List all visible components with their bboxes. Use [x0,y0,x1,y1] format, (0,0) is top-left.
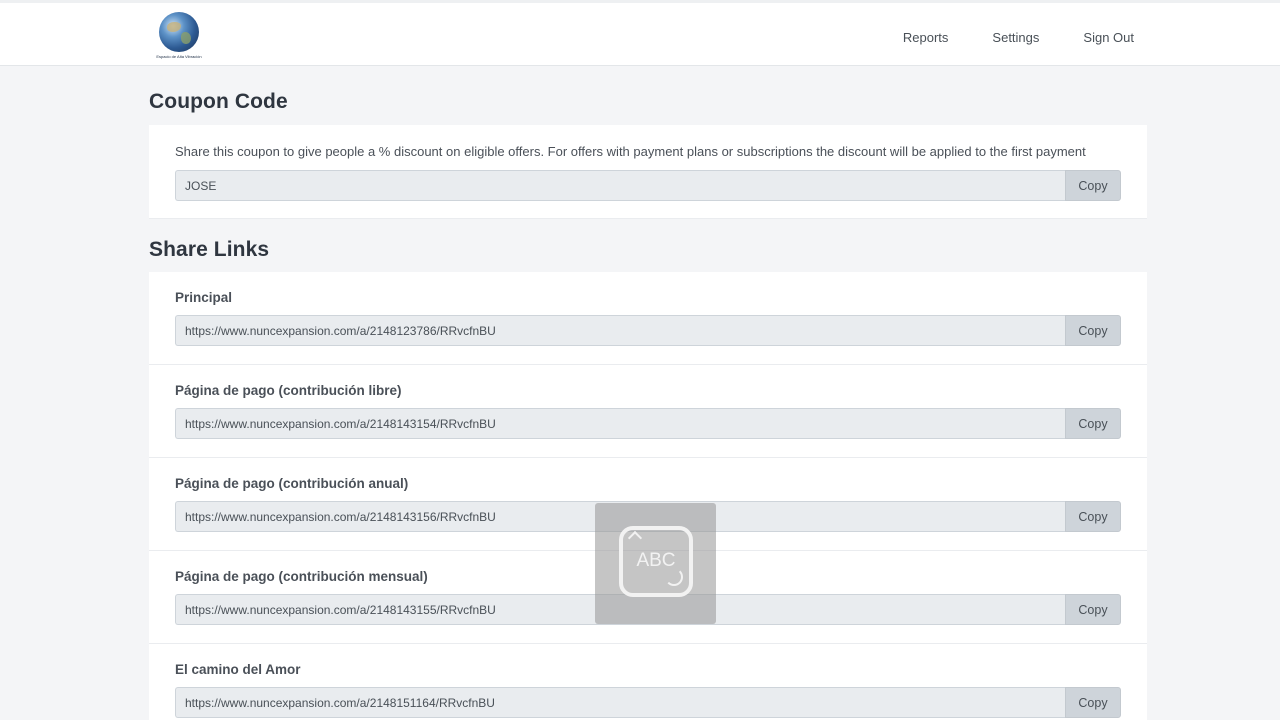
share-link-url-field[interactable] [175,408,1065,439]
copy-link-button[interactable]: Copy [1065,315,1121,346]
share-link-label: Principal [175,290,233,305]
site-logo[interactable]: Espacio de Alta Vibración [152,12,206,60]
top-navbar: Espacio de Alta Vibración Reports Settin… [0,3,1280,66]
copy-link-button[interactable]: Copy [1065,687,1121,718]
share-link-card: Página de pago (contribución libre) Copy [149,365,1147,458]
keyboard-input-icon: ABC [619,526,693,597]
share-link-field-group: Copy [175,408,1121,439]
input-method-overlay: ABC [595,503,716,624]
nav-reports-link[interactable]: Reports [903,30,949,45]
coupon-section-title: Coupon Code [149,90,288,113]
globe-icon [159,12,199,52]
share-link-card: Principal Copy [149,272,1147,365]
share-link-label: El camino del Amor [175,662,301,677]
curve-icon [665,568,683,586]
share-link-url-field[interactable] [175,315,1065,346]
share-link-field-group: Copy [175,687,1121,718]
coupon-description: Share this coupon to give people a % dis… [175,144,1086,159]
coupon-code-field[interactable] [175,170,1065,201]
share-link-label: Página de pago (contribución libre) [175,383,402,398]
logo-caption: Espacio de Alta Vibración [156,54,202,59]
caret-up-icon [627,530,643,546]
share-link-label: Página de pago (contribución anual) [175,476,409,491]
share-link-card: El camino del Amor Copy [149,644,1147,720]
nav-sign-out-link[interactable]: Sign Out [1083,30,1134,45]
share-links-section-title: Share Links [149,238,270,261]
coupon-card: Share this coupon to give people a % dis… [149,125,1147,219]
nav-links: Reports Settings Sign Out [903,30,1134,45]
copy-link-button[interactable]: Copy [1065,408,1121,439]
share-link-label: Página de pago (contribución mensual) [175,569,428,584]
share-link-url-field[interactable] [175,687,1065,718]
copy-coupon-button[interactable]: Copy [1065,170,1121,201]
coupon-field-group: Copy [175,170,1121,201]
copy-link-button[interactable]: Copy [1065,594,1121,625]
nav-settings-link[interactable]: Settings [992,30,1039,45]
copy-link-button[interactable]: Copy [1065,501,1121,532]
share-link-field-group: Copy [175,315,1121,346]
